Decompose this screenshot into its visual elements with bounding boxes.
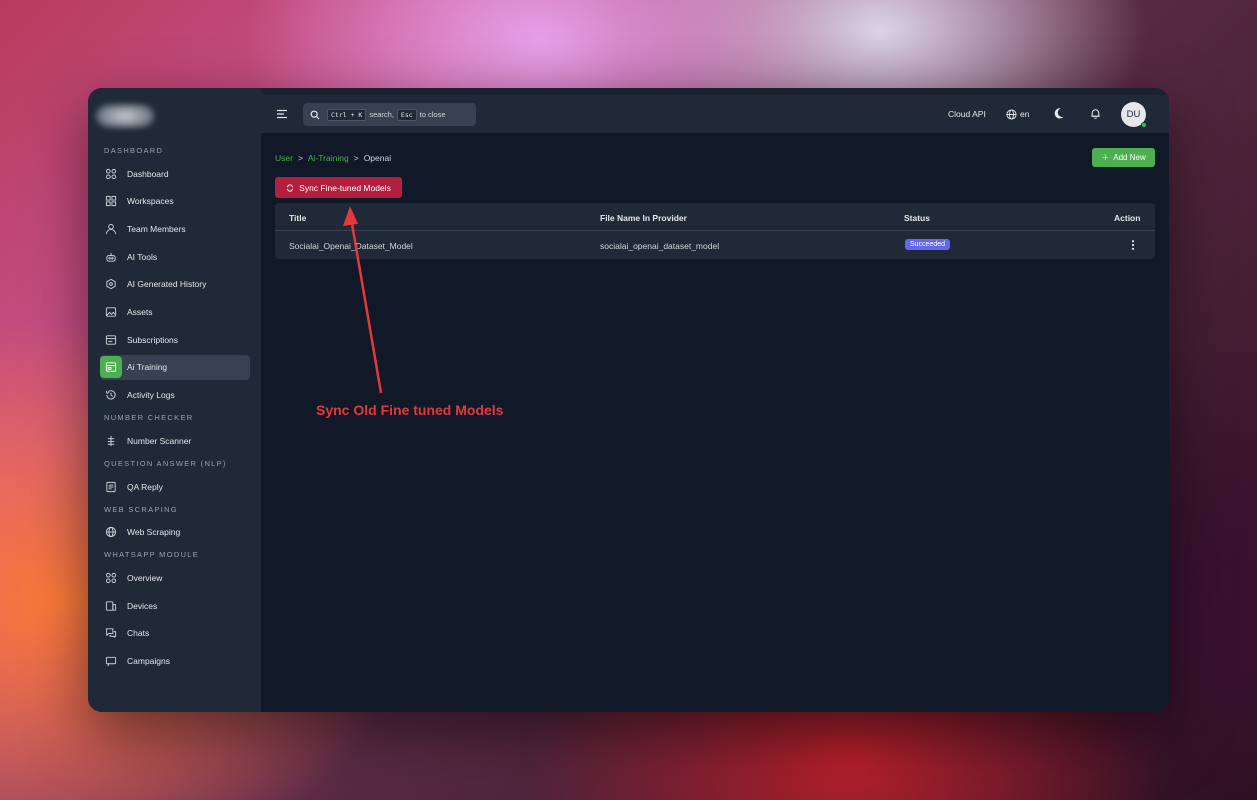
- grid-icon: [100, 567, 122, 589]
- qa-icon: [100, 476, 122, 498]
- sidebar-item-ai-training[interactable]: Ai Training: [100, 354, 250, 380]
- column-action: Action: [1114, 213, 1141, 223]
- annotation-label: Sync Old Fine tuned Models: [316, 402, 504, 418]
- sidebar-item-overview[interactable]: Overview: [100, 565, 250, 590]
- sidebar-item-dashboard[interactable]: Dashboard: [100, 161, 250, 186]
- sidebar-item-label: Overview: [127, 572, 163, 583]
- sidebar-item-workspaces[interactable]: Workspaces: [100, 189, 250, 214]
- sidebar-item-label: AI Tools: [127, 251, 158, 262]
- language-selector[interactable]: en: [1020, 109, 1029, 119]
- logo[interactable]: [96, 104, 154, 128]
- breadcrumb-user[interactable]: User: [275, 153, 293, 163]
- history-icon: [100, 384, 122, 406]
- shortcut-key: Ctrl + K: [327, 108, 367, 121]
- chat-icon: [100, 622, 122, 644]
- sidebar-item-assets[interactable]: Assets: [100, 300, 250, 325]
- table-row: Socialai_Openai_Dataset_Model socialai_o…: [275, 231, 1155, 259]
- cloud-api-link[interactable]: Cloud API: [948, 109, 986, 119]
- sidebar-item-label: Number Scanner: [127, 435, 192, 446]
- sidebar-item-activity-logs[interactable]: Activity Logs: [100, 383, 250, 408]
- sync-icon: [287, 183, 294, 192]
- workspaces-icon: [100, 190, 122, 212]
- menu-icon[interactable]: [275, 107, 289, 121]
- search-hint: search,: [369, 110, 394, 119]
- status-badge: Succeeded: [905, 239, 951, 250]
- sidebar-item-label: Subscriptions: [127, 334, 179, 345]
- add-new-label: Add New: [1113, 153, 1146, 162]
- models-table: Title File Name In Provider Status Actio…: [275, 203, 1155, 259]
- grid-icon: [100, 163, 122, 185]
- subscription-icon: [100, 329, 122, 351]
- sidebar-section-dashboard: DASHBOARD: [104, 146, 164, 155]
- sidebar-item-label: Workspaces: [127, 196, 174, 207]
- sidebar-item-label: Assets: [127, 307, 153, 317]
- search-icon: [310, 110, 320, 119]
- sidebar-item-label: Web Scraping: [127, 527, 181, 538]
- column-status[interactable]: Status: [904, 213, 930, 223]
- campaign-icon: [100, 650, 122, 672]
- globe-icon: [100, 521, 122, 543]
- sidebar-item-label: Team Members: [127, 223, 186, 234]
- globe-icon[interactable]: [1006, 109, 1017, 120]
- sync-fine-tuned-models-button[interactable]: Sync Fine-tuned Models: [275, 177, 402, 198]
- sidebar-item-ai-generated-history[interactable]: AI Generated History: [100, 272, 250, 297]
- sidebar-section-number-checker: NUMBER CHECKER: [104, 413, 194, 423]
- sidebar-item-chats[interactable]: Chats: [100, 621, 250, 646]
- row-title: Socialai_Openai_Dataset_Model: [289, 241, 413, 251]
- breadcrumb-ai-training[interactable]: Ai-Training: [308, 153, 349, 163]
- sidebar-item-campaigns[interactable]: Campaigns: [100, 649, 250, 674]
- image-icon: [100, 301, 122, 323]
- breadcrumb-separator: >: [353, 153, 359, 163]
- sidebar-section-web-scraping: WEB SCRAPING: [104, 504, 178, 514]
- robot-icon: [100, 246, 122, 268]
- moon-icon[interactable]: [1052, 107, 1065, 120]
- column-file-name[interactable]: File Name In Provider: [600, 213, 687, 223]
- sidebar-item-subscriptions[interactable]: Subscriptions: [100, 327, 250, 352]
- sidebar-item-team-members[interactable]: Team Members: [100, 216, 250, 241]
- ai-history-icon: [100, 273, 122, 295]
- add-new-button[interactable]: ＋ Add New: [1092, 148, 1155, 167]
- sync-button-label: Sync Fine-tuned Models: [299, 182, 391, 193]
- sidebar-item-number-scanner[interactable]: Number Scanner: [100, 428, 250, 453]
- row-file-name: socialai_openai_dataset_model: [600, 241, 720, 251]
- sidebar-item-devices[interactable]: Devices: [100, 593, 250, 618]
- sidebar-item-ai-tools[interactable]: AI Tools: [100, 244, 250, 269]
- close-hint: to close: [419, 110, 446, 119]
- topbar: Ctrl + K search, Esc to close Cloud API …: [261, 88, 1169, 133]
- column-title[interactable]: Title: [289, 213, 306, 223]
- sidebar-item-web-scraping[interactable]: Web Scraping: [100, 520, 250, 545]
- devices-icon: [100, 595, 122, 617]
- sidebar-item-label: Activity Logs: [127, 390, 175, 401]
- sidebar: DASHBOARD Dashboard Workspaces Team Members…: [88, 88, 261, 712]
- main-content: User > Ai-Training > Openai ＋ Add New Sy…: [261, 133, 1169, 712]
- sidebar-item-label: Chats: [127, 628, 150, 639]
- breadcrumb: User > Ai-Training > Openai: [275, 153, 391, 163]
- sidebar-item-label: Campaigns: [127, 656, 170, 666]
- breadcrumb-current: Openai: [363, 153, 392, 163]
- online-status-dot: [1141, 122, 1147, 128]
- sidebar-section-question-answer-nlp: QUESTION ANSWER (NLP): [104, 459, 227, 468]
- sidebar-item-label: QA Reply: [127, 481, 163, 492]
- sidebar-item-label: Devices: [127, 600, 158, 611]
- scanner-icon: [100, 430, 122, 452]
- sidebar-item-qa-reply[interactable]: QA Reply: [100, 474, 250, 499]
- escape-key: Esc: [396, 108, 417, 121]
- search-input[interactable]: Ctrl + K search, Esc to close: [303, 103, 476, 126]
- app-window: DASHBOARD Dashboard Workspaces Team Members…: [88, 88, 1169, 712]
- plus-icon: ＋: [1101, 153, 1110, 162]
- sidebar-item-label: AI Generated History: [127, 279, 207, 290]
- sidebar-item-label: Dashboard: [127, 168, 169, 179]
- sidebar-section-whatsapp-module: WHATSAPP MODULE: [104, 550, 200, 560]
- user-icon: [100, 218, 122, 240]
- table-header: Title File Name In Provider Status Actio…: [275, 203, 1155, 231]
- sidebar-item-label: Ai Training: [127, 362, 168, 373]
- kebab-menu-icon[interactable]: [1127, 239, 1139, 251]
- training-icon: [100, 356, 122, 379]
- breadcrumb-separator: >: [297, 153, 303, 163]
- bell-icon[interactable]: [1089, 107, 1102, 120]
